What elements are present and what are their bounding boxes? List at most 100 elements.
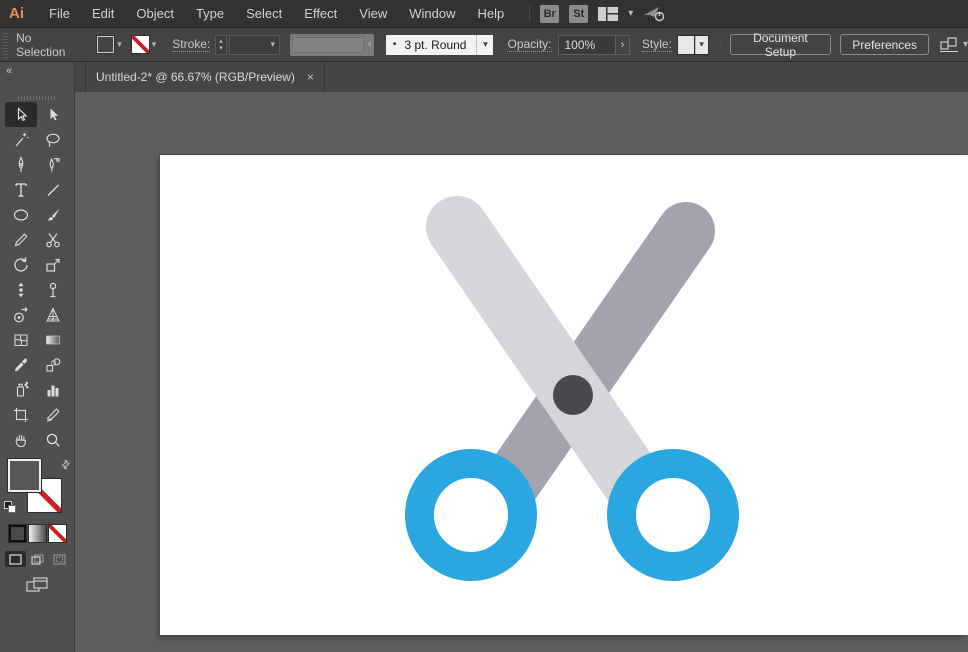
draw-behind-button[interactable] xyxy=(27,551,48,567)
divider xyxy=(529,6,530,22)
tool-scissors[interactable] xyxy=(37,227,69,252)
tool-column-graph[interactable] xyxy=(37,377,69,402)
fill-swatch[interactable] xyxy=(97,36,114,53)
menu-item-window[interactable]: Window xyxy=(398,0,466,28)
stepper-up-icon[interactable]: ▴ xyxy=(219,38,223,45)
menu-item-object[interactable]: Object xyxy=(125,0,185,28)
tool-mesh[interactable] xyxy=(5,327,37,352)
tool-eyedropper[interactable] xyxy=(5,352,37,377)
tool-perspective-grid[interactable] xyxy=(37,302,69,327)
artboard[interactable] xyxy=(160,155,968,635)
width-profile-preview xyxy=(292,37,364,53)
tool-grid xyxy=(0,102,74,452)
document-setup-button[interactable]: Document Setup xyxy=(730,34,832,55)
control-bar: No Selection ▾ ▾ Stroke: ▴ ▾ ▾ ▾ • 3 pt.… xyxy=(0,28,968,62)
change-screen-mode-icon[interactable] xyxy=(26,577,48,595)
chevron-down-icon[interactable]: ▾ xyxy=(695,36,708,54)
menu-item-help[interactable]: Help xyxy=(466,0,515,28)
stroke-none-swatch[interactable] xyxy=(132,36,149,53)
style-label[interactable]: Style: xyxy=(642,37,672,52)
tool-ellipse[interactable] xyxy=(5,202,37,227)
opacity-input[interactable]: 100% xyxy=(558,35,616,55)
tool-scale[interactable] xyxy=(37,252,69,277)
tool-selection[interactable] xyxy=(5,102,37,127)
brush-preview-dot: • xyxy=(386,39,397,50)
chevron-down-icon[interactable]: ▾ xyxy=(270,39,275,50)
canvas-pasteboard[interactable] xyxy=(75,92,968,652)
menu-items: FileEditObjectTypeSelectEffectViewWindow… xyxy=(38,0,515,28)
opacity-panel-arrow[interactable]: › xyxy=(616,35,630,55)
tool-blend[interactable] xyxy=(37,352,69,377)
stepper-down-icon[interactable]: ▾ xyxy=(219,45,223,52)
workspace-switcher-icon[interactable] xyxy=(598,7,618,21)
menu-item-edit[interactable]: Edit xyxy=(81,0,125,28)
tool-rotate[interactable] xyxy=(5,252,37,277)
scissors-icon xyxy=(44,231,62,249)
document-tab[interactable]: Untitled-2* @ 66.67% (RGB/Preview) × xyxy=(85,62,325,92)
fill-color-control[interactable]: ▾ xyxy=(97,36,122,53)
direct-selection-icon xyxy=(44,106,62,124)
panel-drag-grip[interactable] xyxy=(18,96,56,100)
tool-type[interactable] xyxy=(5,177,37,202)
selection-icon xyxy=(12,106,30,124)
tool-paintbrush[interactable] xyxy=(37,202,69,227)
none-button[interactable] xyxy=(49,525,66,542)
chevron-down-icon[interactable]: ▾ xyxy=(628,8,633,19)
panel-grip[interactable] xyxy=(2,32,8,58)
bridge-button[interactable]: Br xyxy=(540,5,559,23)
menu-item-view[interactable]: View xyxy=(348,0,398,28)
tool-curvature[interactable] xyxy=(37,152,69,177)
chevron-down-icon[interactable]: ▾ xyxy=(152,39,157,50)
stroke-weight-label[interactable]: Stroke: xyxy=(172,37,210,52)
menu-item-effect[interactable]: Effect xyxy=(293,0,348,28)
tool-pen[interactable] xyxy=(5,152,37,177)
tool-line-segment[interactable] xyxy=(37,177,69,202)
tool-symbol-sprayer[interactable] xyxy=(5,377,37,402)
draw-inside-button[interactable] xyxy=(49,551,70,567)
color-button[interactable] xyxy=(9,525,26,542)
fill-indicator[interactable] xyxy=(8,459,41,492)
hand-icon xyxy=(12,431,30,449)
share-sync-icon[interactable] xyxy=(643,6,665,22)
menu-item-type[interactable]: Type xyxy=(185,0,235,28)
column-graph-icon xyxy=(44,381,62,399)
swap-fill-stroke-icon[interactable]: ⇄ xyxy=(58,457,74,473)
tool-free-transform[interactable] xyxy=(37,277,69,302)
menu-item-file[interactable]: File xyxy=(38,0,81,28)
tool-lasso[interactable] xyxy=(37,127,69,152)
ellipse-icon xyxy=(12,206,30,224)
draw-normal-button[interactable] xyxy=(5,551,26,567)
chevron-down-icon[interactable]: ▾ xyxy=(117,39,122,50)
tool-gradient[interactable] xyxy=(37,327,69,352)
chevron-down-icon[interactable]: ▾ xyxy=(963,39,968,50)
tool-hand[interactable] xyxy=(5,427,37,452)
tool-zoom[interactable] xyxy=(37,427,69,452)
gradient-button[interactable] xyxy=(29,525,46,542)
tool-shape-builder[interactable] xyxy=(5,302,37,327)
close-tab-icon[interactable]: × xyxy=(307,70,314,84)
brush-definition-dropdown[interactable]: • 3 pt. Round ▾ xyxy=(386,35,494,55)
stroke-weight-stepper[interactable]: ▴ ▾ xyxy=(215,35,227,55)
chevron-down-icon[interactable]: ▾ xyxy=(476,35,493,55)
preferences-button[interactable]: Preferences xyxy=(840,34,929,55)
stroke-weight-dropdown[interactable]: ▾ xyxy=(229,35,280,55)
collapse-panel-icon[interactable]: « xyxy=(6,65,11,77)
opacity-label[interactable]: Opacity: xyxy=(507,37,551,52)
graphic-style-swatch[interactable] xyxy=(678,36,694,54)
menu-item-select[interactable]: Select xyxy=(235,0,293,28)
align-icon[interactable] xyxy=(939,36,959,54)
default-fill-stroke-icon[interactable] xyxy=(4,501,17,514)
stroke-color-control[interactable]: ▾ xyxy=(132,36,157,53)
tool-artboard[interactable] xyxy=(5,402,37,427)
align-options-control[interactable]: ▾ xyxy=(939,36,968,54)
tool-magic-wand[interactable] xyxy=(5,127,37,152)
tool-direct-selection[interactable] xyxy=(37,102,69,127)
zoom-icon xyxy=(44,431,62,449)
tool-slice[interactable] xyxy=(37,402,69,427)
tool-width[interactable] xyxy=(5,277,37,302)
stock-button[interactable]: St xyxy=(569,5,588,23)
document-tab-bar: « Untitled-2* @ 66.67% (RGB/Preview) × xyxy=(0,62,968,92)
pivot-circle xyxy=(553,375,593,415)
tool-pencil[interactable] xyxy=(5,227,37,252)
artboard-icon xyxy=(12,406,30,424)
